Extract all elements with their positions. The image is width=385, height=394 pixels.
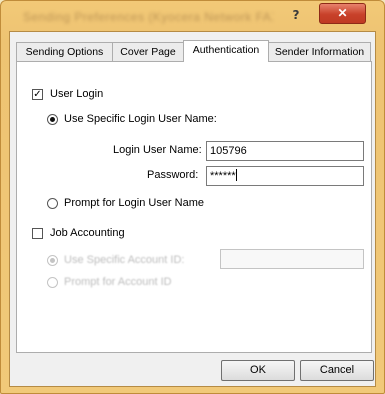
use-specific-account-label: Use Specific Account ID:: [64, 254, 185, 266]
tab-strip: Sending Options Cover Page Authenticatio…: [16, 40, 372, 62]
window-title: Sending Preferences (Kyocera Network FAX…: [23, 10, 273, 24]
job-accounting-checkbox[interactable]: [32, 228, 43, 239]
login-user-name-input[interactable]: 105796: [206, 141, 364, 161]
dialog-client-area: Sending Options Cover Page Authenticatio…: [9, 31, 376, 387]
help-button[interactable]: ?: [283, 6, 309, 24]
password-value: ******: [210, 170, 236, 182]
use-specific-login-label: Use Specific Login User Name:: [64, 113, 217, 125]
prompt-login-label: Prompt for Login User Name: [64, 197, 204, 209]
tab-sending-options[interactable]: Sending Options: [16, 42, 113, 61]
prompt-login-radio[interactable]: [47, 198, 58, 209]
login-user-name-label: Login User Name:: [113, 144, 202, 156]
use-specific-login-radio[interactable]: [47, 114, 58, 125]
ok-button[interactable]: OK: [221, 360, 295, 381]
tab-authentication[interactable]: Authentication: [183, 40, 269, 62]
job-accounting-label: Job Accounting: [50, 227, 125, 239]
account-id-input[interactable]: [220, 249, 364, 269]
user-login-label: User Login: [50, 88, 104, 100]
dialog-window: Sending Preferences (Kyocera Network FAX…: [0, 0, 385, 394]
prompt-account-label: Prompt for Account ID: [64, 276, 172, 288]
title-bar[interactable]: Sending Preferences (Kyocera Network FAX…: [1, 1, 384, 31]
authentication-panel: ✓ User Login Use Specific Login User Nam…: [16, 61, 372, 353]
cancel-button[interactable]: Cancel: [300, 360, 374, 381]
user-login-checkbox[interactable]: ✓: [32, 89, 43, 100]
tab-sender-information[interactable]: Sender Information: [268, 42, 371, 61]
close-button[interactable]: ✕: [319, 3, 366, 24]
password-input[interactable]: ******: [206, 166, 364, 186]
prompt-account-radio[interactable]: [47, 277, 58, 288]
use-specific-account-radio[interactable]: [47, 255, 58, 266]
text-caret: [235, 169, 237, 181]
password-label: Password:: [147, 169, 199, 181]
tab-cover-page[interactable]: Cover Page: [112, 42, 184, 61]
